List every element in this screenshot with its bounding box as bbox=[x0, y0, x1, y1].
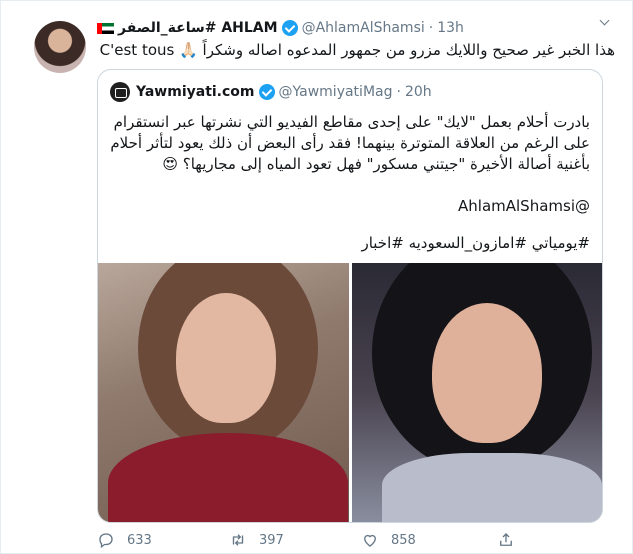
quoted-author-display-name[interactable]: Yawmiyati.com bbox=[136, 84, 255, 100]
share-icon bbox=[500, 533, 512, 546]
author-avatar[interactable] bbox=[34, 21, 86, 73]
reply-icon bbox=[99, 533, 113, 549]
tweet-header: ساعة_الصفر# AHLAM @AhlamAlShamsi · 13h bbox=[97, 17, 612, 39]
quoted-tweet-mention[interactable]: @AhlamAlShamsi bbox=[110, 196, 590, 217]
photo-dress-shape bbox=[108, 433, 348, 522]
quoted-tweet-hashtags[interactable]: #يومياتي #امازون_السعوديه #اخبار bbox=[110, 233, 590, 254]
quoted-tweet-text: بادرت أحلام بعمل "لايك" على إحدى مقاطع ا… bbox=[110, 113, 590, 173]
tweet-timestamp[interactable]: 13h bbox=[437, 20, 464, 36]
like-count: 858 bbox=[391, 532, 416, 548]
author-display-name[interactable]: ساعة_الصفر# AHLAM bbox=[118, 20, 278, 36]
separator-dot: · bbox=[396, 84, 401, 100]
tweet[interactable]: ساعة_الصفر# AHLAM @AhlamAlShamsi · 13h ه… bbox=[0, 0, 633, 554]
photo-face-shape bbox=[176, 293, 276, 423]
quoted-photo-left[interactable] bbox=[98, 263, 349, 522]
verified-badge-icon bbox=[258, 84, 275, 100]
quoted-author-handle[interactable]: @YawmiyatiMag bbox=[279, 84, 393, 100]
caret-down-icon[interactable] bbox=[600, 17, 610, 27]
quoted-tweet-timestamp[interactable]: 20h bbox=[405, 84, 432, 100]
author-handle[interactable]: @AhlamAlShamsi bbox=[302, 20, 425, 36]
retweet-icon bbox=[232, 534, 244, 546]
share-button[interactable] bbox=[497, 531, 527, 549]
quoted-photo-right[interactable] bbox=[352, 263, 602, 522]
quoted-tweet[interactable]: Yawmiyati.com @YawmiyatiMag · 20h بادرت … bbox=[97, 69, 603, 523]
like-button[interactable]: 858 bbox=[361, 531, 416, 549]
verified-badge-icon bbox=[281, 20, 298, 36]
uae-flag-icon bbox=[97, 22, 114, 34]
reply-count: 633 bbox=[127, 532, 152, 548]
photo-face-shape bbox=[432, 303, 542, 443]
quoted-author-avatar[interactable] bbox=[110, 82, 130, 102]
tweet-text: هذا الخبر غير صحيح واللايك مزرو من جمهور… bbox=[99, 41, 615, 59]
quoted-tweet-header: Yawmiyati.com @YawmiyatiMag · 20h bbox=[110, 82, 432, 102]
tweet-actions: 633 397 858 bbox=[97, 531, 537, 551]
retweet-button[interactable]: 397 bbox=[229, 531, 284, 549]
photo-dress-shape bbox=[382, 453, 602, 522]
like-icon bbox=[364, 534, 376, 547]
reply-button[interactable]: 633 bbox=[97, 531, 152, 549]
retweet-count: 397 bbox=[259, 532, 284, 548]
separator-dot: · bbox=[428, 20, 434, 36]
